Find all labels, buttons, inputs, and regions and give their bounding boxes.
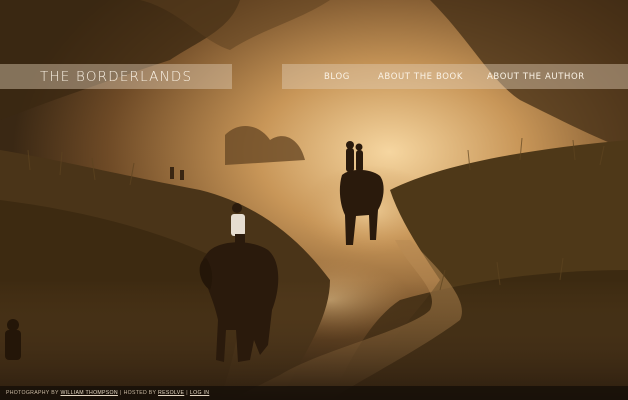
- footer-separator: |: [119, 390, 122, 396]
- photographer-link[interactable]: WILLIAM THOMPSON: [60, 390, 117, 396]
- nav-blog-link[interactable]: BLOG: [324, 72, 350, 82]
- nav-about-book-link[interactable]: ABOUT THE BOOK: [378, 72, 463, 82]
- main-nav: BLOG ABOUT THE BOOK ABOUT THE AUTHOR: [282, 64, 628, 89]
- site-title-bar: THE BORDERLANDS: [0, 64, 232, 89]
- host-link[interactable]: RESOLVE: [158, 390, 184, 396]
- footer-hosted-prefix: HOSTED BY: [123, 390, 157, 396]
- footer-photo-prefix: PHOTOGRAPHY BY: [6, 390, 59, 396]
- site-title[interactable]: THE BORDERLANDS: [40, 69, 192, 85]
- login-link[interactable]: LOG IN: [190, 390, 209, 396]
- footer-separator: |: [186, 390, 188, 396]
- background-photo: [0, 0, 628, 400]
- footer: PHOTOGRAPHY BY WILLIAM THOMPSON | HOSTED B…: [0, 386, 628, 400]
- nav-about-author-link[interactable]: ABOUT THE AUTHOR: [487, 72, 585, 82]
